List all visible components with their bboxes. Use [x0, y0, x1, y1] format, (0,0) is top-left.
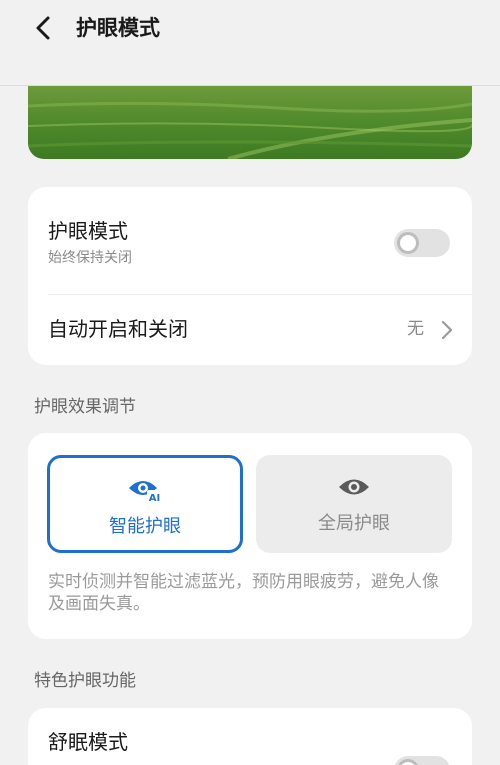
auto-schedule-row[interactable]: 自动开启和关闭 无	[28, 295, 472, 365]
eye-comfort-settings-card: 护眼模式 始终保持关闭 自动开启和关闭 无	[28, 187, 472, 365]
app-header: 护眼模式	[0, 0, 500, 86]
smart-eye-care-option[interactable]: AI 智能护眼	[47, 455, 243, 553]
global-eye-care-label: 全局护眼	[318, 513, 390, 534]
effect-section-label: 护眼效果调节	[34, 397, 136, 417]
page-title: 护眼模式	[76, 16, 160, 40]
effect-description: 实时侦测并智能过滤蓝光，预防用眼疲劳，避免人像及画面失真。	[48, 572, 439, 614]
eye-comfort-toggle[interactable]	[394, 229, 450, 257]
sleep-mode-title: 舒眠模式	[48, 730, 128, 754]
sleep-mode-toggle[interactable]	[394, 756, 450, 765]
toggle-knob	[397, 759, 419, 765]
sleep-mode-card: 舒眠模式	[28, 708, 472, 765]
auto-schedule-value: 无	[407, 319, 424, 339]
ai-eye-icon: AI	[127, 476, 163, 508]
grass-banner-image	[28, 86, 472, 159]
chevron-right-icon	[440, 319, 454, 341]
ai-badge: AI	[149, 493, 160, 504]
feature-section-label: 特色护眼功能	[34, 671, 136, 691]
eye-effect-card: AI 智能护眼 全局护眼 实时侦测并智能过滤蓝光，预防用眼疲劳，避免人像及画面失…	[28, 433, 472, 639]
toggle-knob	[397, 232, 419, 254]
eye-comfort-title: 护眼模式	[48, 219, 128, 243]
smart-eye-care-label: 智能护眼	[109, 516, 181, 537]
global-eye-care-option[interactable]: 全局护眼	[256, 455, 452, 553]
eye-icon	[337, 475, 371, 503]
auto-schedule-label: 自动开启和关闭	[48, 317, 188, 341]
back-arrow-icon[interactable]	[30, 14, 56, 42]
eye-comfort-subtitle: 始终保持关闭	[48, 250, 132, 266]
